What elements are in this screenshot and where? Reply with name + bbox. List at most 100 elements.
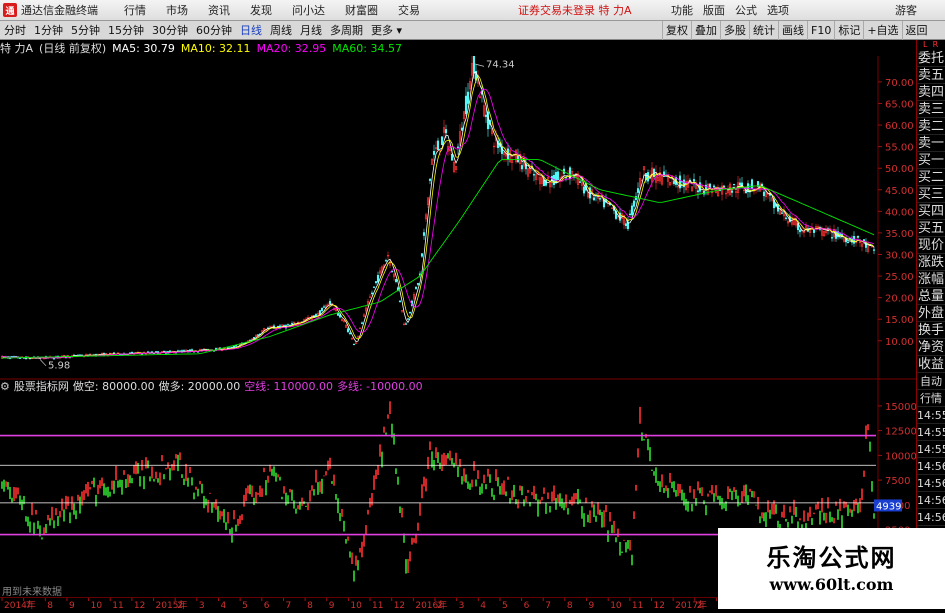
tab-15min[interactable]: 15分钟 bbox=[104, 22, 148, 38]
low-price-pointer bbox=[39, 359, 47, 367]
menu-banmian[interactable]: 版面 bbox=[698, 2, 730, 18]
sidebar-item-26[interactable]: 14:56 bbox=[917, 492, 945, 509]
tool-duogu[interactable]: 多股 bbox=[720, 20, 749, 40]
tab-daily[interactable]: 日线 bbox=[236, 22, 266, 38]
sidebar-item-16[interactable]: 换手 bbox=[917, 322, 945, 339]
menu-wenxiaoda[interactable]: 问小达 bbox=[282, 2, 335, 18]
menu-caifuquan[interactable]: 财富圈 bbox=[335, 2, 388, 18]
candle-body bbox=[592, 197, 596, 201]
menu-xuanxiang[interactable]: 选项 bbox=[762, 2, 794, 18]
menu-shichang[interactable]: 市场 bbox=[156, 2, 198, 18]
title-right-menu: 功能 版面 公式 选项 bbox=[666, 2, 794, 18]
tool-f10[interactable]: F10 bbox=[807, 20, 834, 40]
sidebar-item-12[interactable]: 涨跌 bbox=[917, 254, 945, 271]
sidebar-item-7[interactable]: 买二 bbox=[917, 169, 945, 186]
sidebar-item-22[interactable]: 14:55 bbox=[917, 424, 945, 441]
trade-login-notice[interactable]: 证券交易未登录 特 力A bbox=[518, 2, 632, 18]
tool-huaxian[interactable]: 画线 bbox=[778, 20, 807, 40]
sidebar-item-1[interactable]: 卖五 bbox=[917, 67, 945, 84]
candle-body bbox=[322, 306, 326, 308]
sidebar-item-21[interactable]: 14:55 bbox=[917, 407, 945, 424]
sidebar-item-2[interactable]: 卖四 bbox=[917, 84, 945, 101]
candle-body bbox=[578, 181, 582, 183]
price-tick-label: 45.00 bbox=[885, 186, 914, 197]
candle-body bbox=[780, 212, 784, 214]
price-tick-label: 40.00 bbox=[885, 207, 914, 218]
tab-monthly[interactable]: 月线 bbox=[296, 22, 326, 38]
sidebar-item-3[interactable]: 卖三 bbox=[917, 101, 945, 118]
sidebar-item-24[interactable]: 14:56 bbox=[917, 458, 945, 475]
sidebar-item-8[interactable]: 买三 bbox=[917, 186, 945, 203]
sidebar-item-23[interactable]: 14:55 bbox=[917, 441, 945, 458]
candle-body bbox=[398, 300, 402, 303]
sidebar-item-25[interactable]: 14:56 bbox=[917, 475, 945, 492]
candle-body bbox=[320, 307, 324, 311]
sidebar-item-18[interactable]: 收益 bbox=[917, 356, 945, 373]
tool-fuquan[interactable]: 复权 bbox=[662, 20, 691, 40]
tab-fenshi[interactable]: 分时 bbox=[0, 22, 30, 38]
sidebar-item-20[interactable]: 行情 bbox=[917, 390, 945, 407]
sidebar-l[interactable]: L bbox=[923, 40, 927, 50]
indicator-axis: 150001250010000750050002500 bbox=[878, 402, 916, 537]
tab-5min[interactable]: 5分钟 bbox=[67, 22, 104, 38]
high-price-pointer bbox=[473, 63, 485, 67]
candle-body bbox=[846, 241, 850, 244]
sidebar-r[interactable]: R bbox=[933, 40, 939, 50]
title-bar: 通 通达信金融终端 行情 市场 资讯 发现 问小达 财富圈 交易 证券交易未登录… bbox=[0, 0, 945, 21]
sidebar-item-6[interactable]: 买一 bbox=[917, 152, 945, 169]
tab-multi-period[interactable]: 多周期 bbox=[326, 22, 367, 38]
sidebar-item-10[interactable]: 买五 bbox=[917, 220, 945, 237]
tool-diejia[interactable]: 叠加 bbox=[691, 20, 720, 40]
guest-user[interactable]: 游客 bbox=[895, 2, 917, 18]
tab-weekly[interactable]: 周线 bbox=[266, 22, 296, 38]
menu-gongneng[interactable]: 功能 bbox=[666, 2, 698, 18]
tool-tongji[interactable]: 统计 bbox=[749, 20, 778, 40]
tab-30min[interactable]: 30分钟 bbox=[148, 22, 192, 38]
menu-gongshi[interactable]: 公式 bbox=[730, 2, 762, 18]
candle-body bbox=[432, 151, 436, 155]
watermark-title: 乐淘公式网 bbox=[766, 543, 897, 572]
menu-zixun[interactable]: 资讯 bbox=[198, 2, 240, 18]
indicator-tick-label: 12500 bbox=[885, 427, 916, 438]
tool-fanhui[interactable]: 返回 bbox=[901, 20, 931, 40]
menu-faxian[interactable]: 发现 bbox=[240, 2, 282, 18]
indicator-name[interactable]: 股票指标网 bbox=[14, 378, 69, 394]
sidebar-item-0[interactable]: 委托 bbox=[917, 50, 945, 67]
tab-1min[interactable]: 1分钟 bbox=[30, 22, 67, 38]
price-tick-label: 10.00 bbox=[885, 337, 914, 348]
sidebar-item-15[interactable]: 外盘 bbox=[917, 305, 945, 322]
kline-chart[interactable]: 70.00 65.00 60.00 55.00 50.00 45.00 40.00 35.00… bbox=[0, 56, 916, 596]
candle-body bbox=[738, 182, 742, 186]
tool-zixuan[interactable]: +自选 bbox=[863, 20, 901, 40]
candle-body bbox=[722, 185, 726, 188]
price-tick-label: 50.00 bbox=[885, 164, 914, 175]
tool-biaoji[interactable]: 标记 bbox=[834, 20, 863, 40]
indicator-gear-icon[interactable]: ⚙ bbox=[0, 380, 10, 393]
candle-body bbox=[276, 326, 280, 328]
menu-jiaoyi[interactable]: 交易 bbox=[388, 2, 430, 18]
price-axis: 70.00 65.00 60.00 55.00 50.00 45.00 40.00 35.00… bbox=[878, 78, 914, 348]
candle-body bbox=[444, 129, 448, 134]
sidebar-item-19[interactable]: 自动 bbox=[917, 373, 945, 390]
tab-60min[interactable]: 60分钟 bbox=[192, 22, 236, 38]
sidebar-item-27[interactable]: 14:56 bbox=[917, 509, 945, 526]
candle-body bbox=[286, 324, 290, 326]
sidebar-item-11[interactable]: 现价 bbox=[917, 237, 945, 254]
tab-more[interactable]: 更多 ▾ bbox=[367, 22, 406, 38]
candle-body bbox=[830, 237, 834, 239]
candle-body bbox=[348, 332, 352, 335]
price-tick-label: 30.00 bbox=[885, 250, 914, 261]
period-toolbar: 分时 1分钟 5分钟 15分钟 30分钟 60分钟 日线 周线 月线 多周期 更… bbox=[0, 20, 945, 40]
candle-body bbox=[436, 140, 440, 150]
sidebar-item-9[interactable]: 买四 bbox=[917, 203, 945, 220]
candle-body bbox=[746, 183, 750, 193]
sidebar-item-14[interactable]: 总量 bbox=[917, 288, 945, 305]
candle-body bbox=[290, 323, 294, 325]
indicator-levels bbox=[0, 434, 876, 536]
sidebar-item-4[interactable]: 卖二 bbox=[917, 118, 945, 135]
sidebar-item-17[interactable]: 净资 bbox=[917, 339, 945, 356]
sidebar-item-5[interactable]: 卖一 bbox=[917, 135, 945, 152]
candle-body bbox=[428, 178, 432, 181]
sidebar-item-13[interactable]: 涨幅 bbox=[917, 271, 945, 288]
menu-hangqing[interactable]: 行情 bbox=[114, 2, 156, 18]
